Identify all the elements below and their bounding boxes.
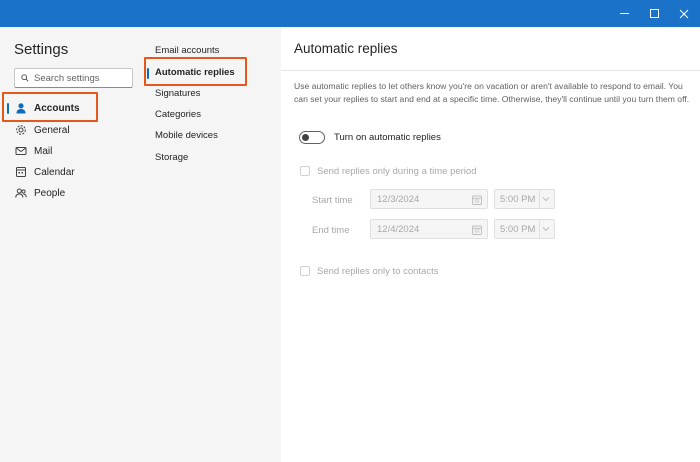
toggle-knob xyxy=(302,134,309,141)
chevron-down-icon xyxy=(542,227,550,232)
field-separator xyxy=(539,220,540,238)
search-input[interactable] xyxy=(34,72,129,84)
search-icon xyxy=(21,74,29,82)
minimize-icon xyxy=(619,13,629,14)
start-time-label: Start time xyxy=(312,195,353,206)
sidebar-item-label: Mail xyxy=(34,145,53,157)
automatic-replies-toggle[interactable] xyxy=(299,131,325,144)
subnav-item-categories[interactable]: Categories xyxy=(155,109,201,120)
field-separator xyxy=(539,190,540,208)
accounts-subnav: Email accounts Automatic replies Signatu… xyxy=(145,27,281,462)
start-date-field[interactable]: 12/3/2024 xyxy=(370,189,488,209)
subnav-item-signatures[interactable]: Signatures xyxy=(155,88,200,99)
end-time-field[interactable]: 5:00 PM xyxy=(494,219,555,239)
title-bar xyxy=(0,0,700,27)
maximize-button[interactable] xyxy=(639,0,669,27)
subnav-item-storage[interactable]: Storage xyxy=(155,152,188,163)
maximize-icon xyxy=(649,9,659,18)
calendar-icon xyxy=(472,225,482,235)
contacts-only-checkbox[interactable] xyxy=(300,266,310,276)
page-title: Automatic replies xyxy=(294,41,398,56)
divider xyxy=(281,70,700,71)
automatic-replies-highlight xyxy=(144,57,247,86)
sidebar-item-label: Calendar xyxy=(34,166,75,178)
close-icon xyxy=(679,9,689,18)
calendar-icon xyxy=(472,195,482,205)
end-time-label: End time xyxy=(312,225,350,236)
mail-icon xyxy=(15,145,27,157)
sidebar-item-general[interactable]: General xyxy=(7,120,97,140)
automatic-replies-panel: Automatic replies Use automatic replies … xyxy=(281,27,700,462)
close-button[interactable] xyxy=(669,0,699,27)
sidebar-item-calendar[interactable]: Calendar xyxy=(7,162,97,182)
calendar-icon xyxy=(15,166,27,178)
settings-title: Settings xyxy=(14,41,69,58)
sidebar-item-mail[interactable]: Mail xyxy=(7,141,97,161)
time-period-checkbox[interactable] xyxy=(300,166,310,176)
end-date-value: 12/4/2024 xyxy=(377,223,420,235)
start-date-value: 12/3/2024 xyxy=(377,193,420,205)
end-time-value: 5:00 PM xyxy=(500,223,536,235)
people-icon xyxy=(15,187,27,199)
sidebar-item-label: People xyxy=(34,187,66,199)
chevron-down-icon xyxy=(542,197,550,202)
subnav-item-email-accounts[interactable]: Email accounts xyxy=(155,45,219,56)
sidebar-item-label: General xyxy=(34,124,70,136)
start-time-field[interactable]: 5:00 PM xyxy=(494,189,555,209)
start-time-value: 5:00 PM xyxy=(500,193,536,205)
contacts-only-label: Send replies only to contacts xyxy=(317,266,439,277)
toggle-label: Turn on automatic replies xyxy=(334,132,441,143)
end-date-field[interactable]: 12/4/2024 xyxy=(370,219,488,239)
minimize-button[interactable] xyxy=(609,0,639,27)
time-period-label: Send replies only during a time period xyxy=(317,166,477,177)
accounts-highlight xyxy=(2,92,98,122)
search-box[interactable] xyxy=(14,68,133,88)
description-text: Use automatic replies to let others know… xyxy=(294,81,690,104)
subnav-item-mobile-devices[interactable]: Mobile devices xyxy=(155,130,218,141)
sidebar-item-people[interactable]: People xyxy=(7,183,97,203)
gear-icon xyxy=(15,124,27,136)
